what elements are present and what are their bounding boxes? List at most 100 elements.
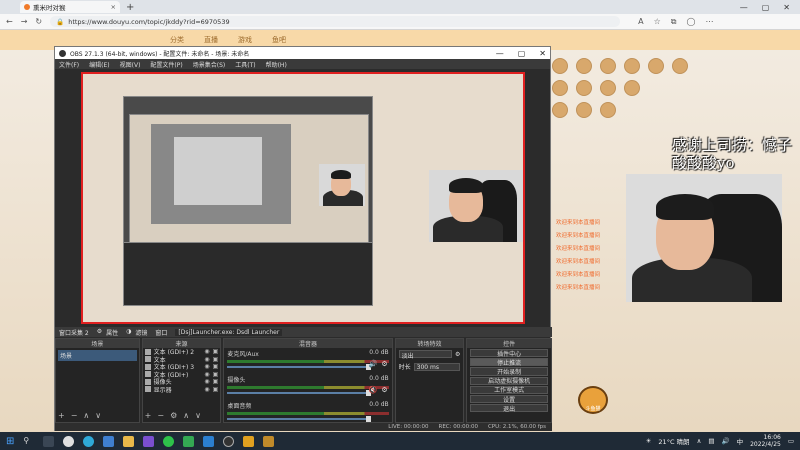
transition-select[interactable]: 淡出 xyxy=(398,350,452,360)
live-time: LIVE: 00:00:00 xyxy=(388,424,429,430)
avatar[interactable] xyxy=(672,58,688,74)
avatar[interactable] xyxy=(552,80,568,96)
translate-icon[interactable]: A xyxy=(638,17,643,27)
clock[interactable]: 16:06 2022/4/25 xyxy=(750,434,781,448)
nav-item-games[interactable]: 游戏 xyxy=(238,35,252,45)
app-icon[interactable] xyxy=(243,435,255,447)
tab-close-icon[interactable]: × xyxy=(111,3,116,11)
remove-source-icon[interactable]: − xyxy=(157,411,164,420)
avatar[interactable] xyxy=(600,102,616,118)
add-scene-icon[interactable]: + xyxy=(58,411,65,420)
ime-icon[interactable]: 中 xyxy=(737,436,744,446)
volume-slider[interactable] xyxy=(227,364,372,370)
stop-streaming-button[interactable]: 停止推流 xyxy=(470,358,548,367)
chat-line: 欢迎来到本直播间 xyxy=(556,259,601,265)
properties-button[interactable]: ⚙ 属性 xyxy=(97,328,118,337)
google-icon[interactable] xyxy=(63,435,75,447)
source-settings-icon[interactable]: ⚙ xyxy=(170,411,177,420)
favorite-icon[interactable]: ☆ xyxy=(654,17,661,27)
move-up-icon[interactable]: ∧ xyxy=(183,411,189,420)
studio-mode-button[interactable]: 工作室模式 xyxy=(470,385,548,394)
nav-item-live[interactable]: 直播 xyxy=(204,35,218,45)
menu-tools[interactable]: 工具(T) xyxy=(235,60,255,69)
start-recording-button[interactable]: 开始录制 xyxy=(470,367,548,376)
virtual-camera-button[interactable]: 启动虚拟摄像机 xyxy=(470,376,548,385)
window-select[interactable]: [Dsj]Launcher.exe: Dsdl Launcher xyxy=(175,328,283,336)
move-up-icon[interactable]: ∧ xyxy=(83,411,89,420)
exit-button[interactable]: 退出 xyxy=(470,404,548,413)
volume-slider[interactable] xyxy=(227,390,372,396)
add-source-icon[interactable]: + xyxy=(145,411,152,420)
menu-profile[interactable]: 配置文件(P) xyxy=(150,60,182,69)
wechat-icon[interactable] xyxy=(163,435,175,447)
avatar[interactable] xyxy=(576,80,592,96)
gear-icon[interactable]: ⚙ xyxy=(381,360,387,368)
mail-icon[interactable] xyxy=(103,435,115,447)
collections-icon[interactable]: ⧉ xyxy=(671,17,677,27)
maximize-button[interactable]: ▢ xyxy=(762,3,770,12)
more-icon[interactable]: ⋯ xyxy=(705,17,713,27)
menu-file[interactable]: 文件(F) xyxy=(59,60,79,69)
obs-icon[interactable] xyxy=(223,435,235,447)
obs-maximize-button[interactable]: ▢ xyxy=(518,49,526,58)
volume-slider[interactable] xyxy=(227,416,372,422)
settings-button[interactable]: 设置 xyxy=(470,394,548,404)
filters-button[interactable]: ◑ 滤镜 xyxy=(126,328,147,337)
new-tab-button[interactable]: + xyxy=(126,2,134,13)
weather-icon[interactable]: ☀ xyxy=(646,437,652,445)
vscode-icon[interactable] xyxy=(203,435,215,447)
remove-scene-icon[interactable]: − xyxy=(71,411,78,420)
close-button[interactable]: ✕ xyxy=(783,3,790,12)
avatar[interactable] xyxy=(552,102,568,118)
profile-icon[interactable]: ◯ xyxy=(686,17,695,27)
app-icon[interactable] xyxy=(263,435,275,447)
app-icon[interactable] xyxy=(183,435,195,447)
obs-preview[interactable] xyxy=(81,72,525,324)
menu-help[interactable]: 帮助(H) xyxy=(266,60,287,69)
menu-scene-collection[interactable]: 场景集合(S) xyxy=(193,60,226,69)
sources-dock: 来源 文本 (GDI+) 2 ◉ ▣ 文本 ◉ ▣ 文本 (GDI+) 3 ◉ ▣ 文本 (… xyxy=(141,338,222,423)
avatar[interactable] xyxy=(624,80,640,96)
back-icon[interactable]: ← xyxy=(6,17,13,26)
scene-item[interactable]: 场景 xyxy=(58,350,137,361)
obs-close-button[interactable]: ✕ xyxy=(539,49,546,58)
text-icon xyxy=(144,348,151,355)
avatar[interactable] xyxy=(576,58,592,74)
avatar[interactable] xyxy=(552,58,568,74)
taskview-icon[interactable] xyxy=(43,435,55,447)
minimize-button[interactable]: — xyxy=(740,3,748,12)
move-down-icon[interactable]: ∨ xyxy=(195,411,201,420)
folder-icon[interactable] xyxy=(123,435,135,447)
obs-minimize-button[interactable]: — xyxy=(496,49,504,58)
video-icon[interactable] xyxy=(143,435,155,447)
edge-icon[interactable] xyxy=(83,435,95,447)
avatar[interactable] xyxy=(624,58,640,74)
source-item[interactable]: 显示器 ◉ ▣ xyxy=(143,386,221,394)
browser-tab[interactable]: 熏米时对猴 × xyxy=(20,1,120,13)
plugin-center-button[interactable]: 插件中心 xyxy=(470,349,548,358)
transition-settings-icon[interactable]: ⚙ xyxy=(455,351,460,358)
avatar[interactable] xyxy=(600,80,616,96)
notification-icon[interactable]: ▭ xyxy=(788,437,794,445)
search-icon[interactable]: ⚲ xyxy=(23,436,34,447)
move-down-icon[interactable]: ∨ xyxy=(95,411,101,420)
network-icon[interactable]: ▤ xyxy=(708,437,714,445)
stream-overlay-text: 感谢上司捞：憾子酸酸酸yo xyxy=(672,136,793,172)
avatar[interactable] xyxy=(600,58,616,74)
forward-icon[interactable]: → xyxy=(21,17,28,26)
volume-icon[interactable]: 🔊 xyxy=(721,437,729,445)
tray-expand-icon[interactable]: ∧ xyxy=(697,437,702,445)
gear-icon[interactable]: ⚙ xyxy=(381,386,387,394)
menu-edit[interactable]: 编辑(E) xyxy=(89,60,109,69)
address-bar[interactable]: 🔒 https://www.douyu.com/topic/jkddy?rid=… xyxy=(50,16,621,27)
duration-input[interactable]: 300 ms xyxy=(413,362,461,371)
muted-speaker-icon[interactable]: 🔇 xyxy=(369,386,378,394)
nav-item-category[interactable]: 分类 xyxy=(170,35,184,45)
reload-icon[interactable]: ↻ xyxy=(35,17,42,26)
speaker-icon[interactable]: 🔊 xyxy=(369,360,378,368)
avatar[interactable] xyxy=(648,58,664,74)
menu-view[interactable]: 视图(V) xyxy=(120,60,141,69)
nav-item-fishbar[interactable]: 鱼吧 xyxy=(272,35,286,45)
start-icon[interactable]: ⊞ xyxy=(6,436,14,447)
avatar[interactable] xyxy=(576,102,592,118)
